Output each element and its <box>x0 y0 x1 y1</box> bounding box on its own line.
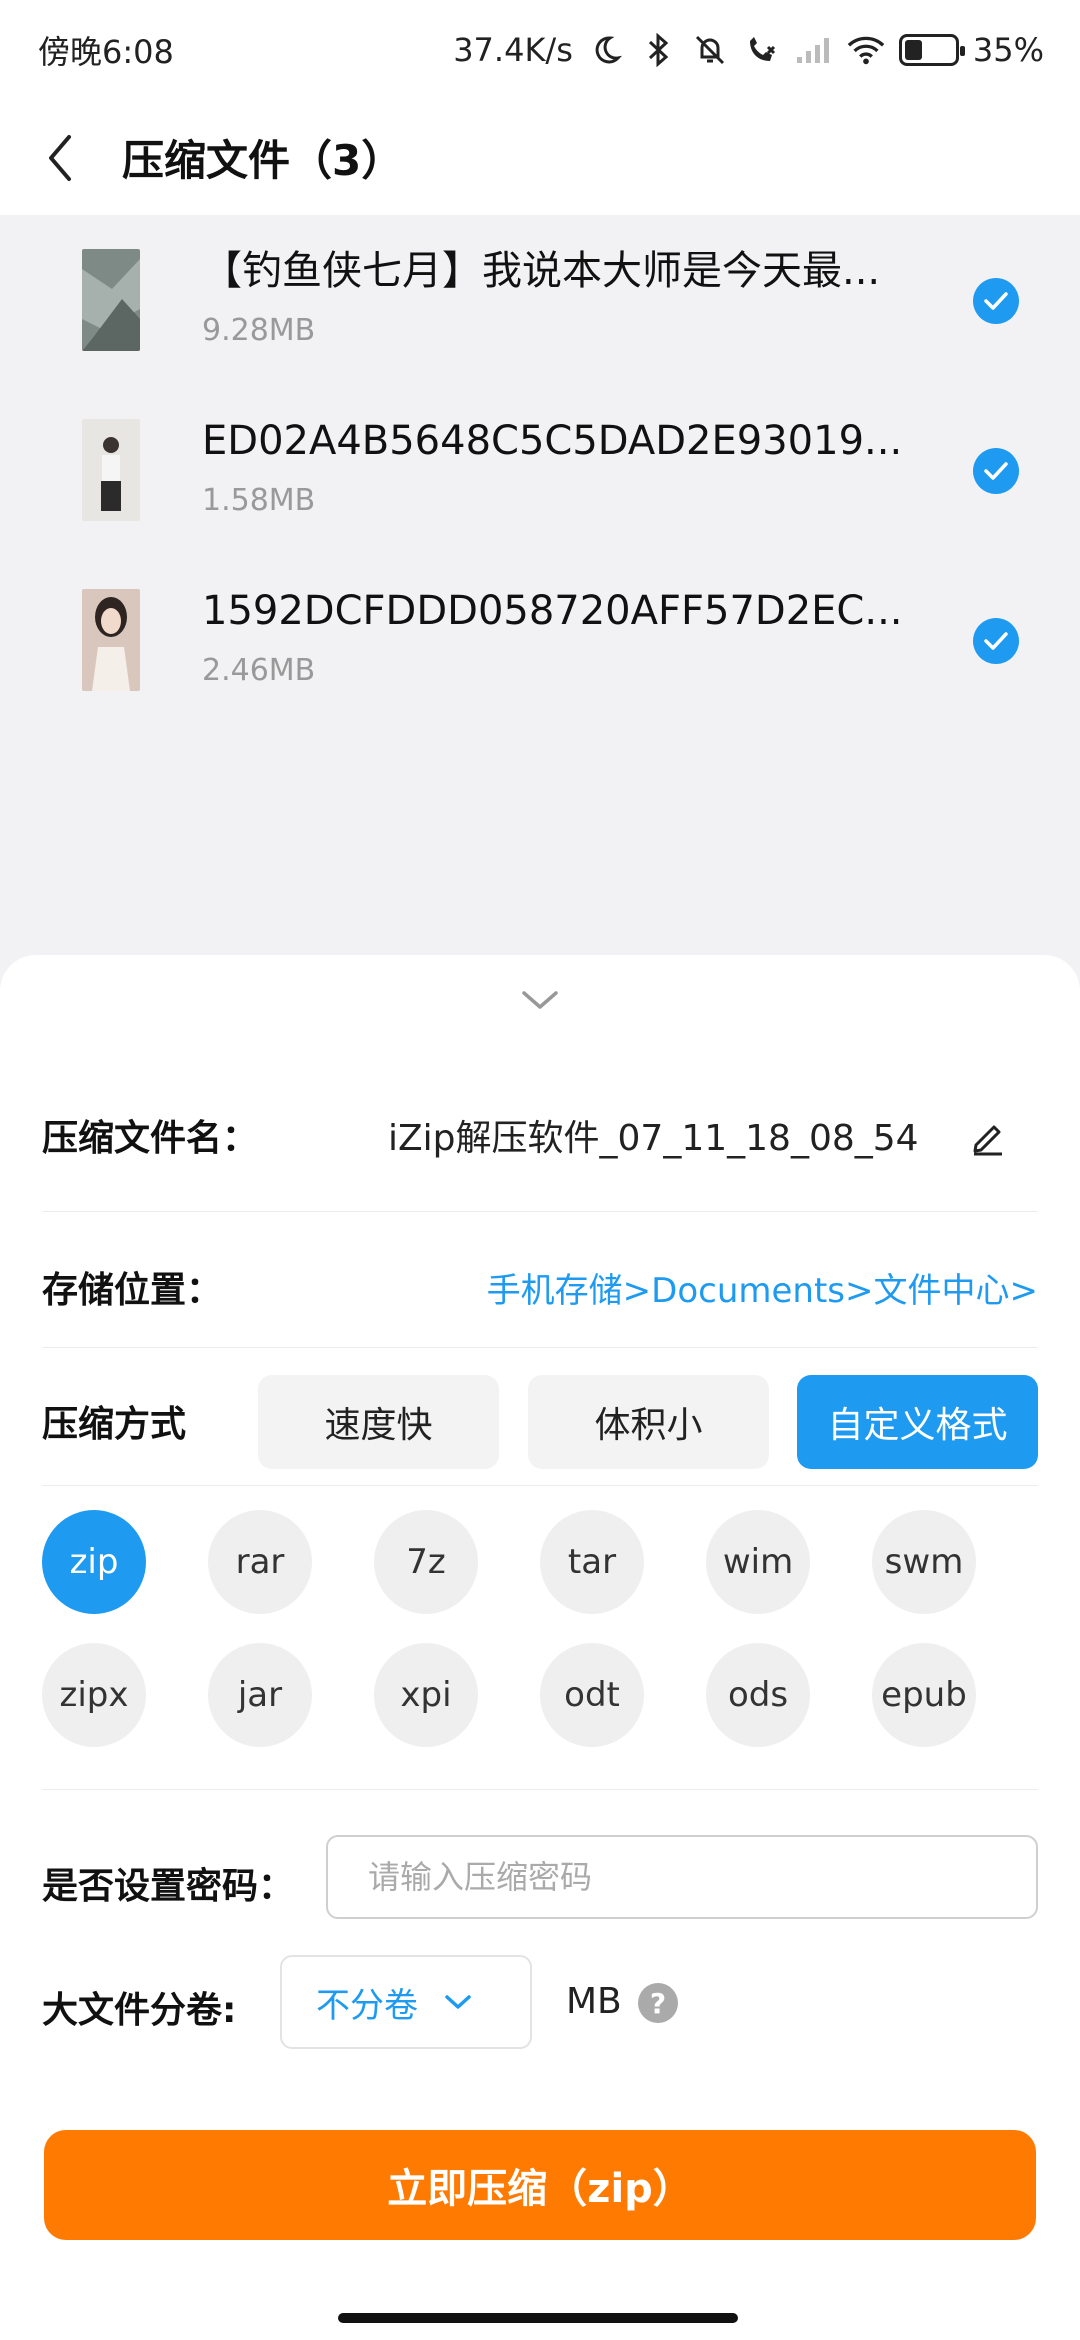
collapse-sheet-button[interactable] <box>520 985 560 1015</box>
battery-icon <box>898 34 965 66</box>
chevron-left-icon <box>49 134 71 181</box>
file-size: 9.28MB <box>202 313 316 348</box>
format-option[interactable]: rar <box>208 1510 312 1614</box>
status-time: 傍晚6:08 <box>38 33 174 71</box>
split-label: 大文件分卷: <box>42 1990 237 2031</box>
file-thumbnail <box>82 249 140 351</box>
format-option[interactable]: jar <box>208 1643 312 1747</box>
wifi-icon <box>847 30 885 70</box>
format-option[interactable]: ods <box>706 1643 810 1747</box>
format-option[interactable]: 7z <box>374 1510 478 1614</box>
chevron-down-icon <box>522 991 558 1009</box>
format-option[interactable]: swm <box>872 1510 976 1614</box>
checkbox-checked-icon[interactable] <box>973 448 1019 494</box>
file-item[interactable]: ED02A4B5648C5C5DAD2E93019... 1.58MB <box>0 385 1080 555</box>
status-bar: 傍晚6:08 37.4K/s 35% <box>0 0 1080 100</box>
bluetooth-icon <box>639 30 677 70</box>
split-volume-select[interactable]: 不分卷 <box>280 1955 532 2049</box>
battery-level-fill <box>904 40 922 60</box>
mode-small-button[interactable]: 体积小 <box>528 1375 769 1469</box>
compress-now-button[interactable]: 立即压缩（zip） <box>44 2130 1036 2240</box>
mode-custom-button[interactable]: 自定义格式 <box>797 1375 1038 1469</box>
location-link[interactable]: 手机存储>Documents>文件中心> <box>487 1263 1038 1312</box>
password-label: 是否设置密码： <box>42 1866 295 1907</box>
file-size: 1.58MB <box>202 483 316 518</box>
format-option[interactable]: zip <box>42 1510 146 1614</box>
file-info: ED02A4B5648C5C5DAD2E93019... 1.58MB <box>202 413 942 518</box>
file-item[interactable]: 1592DCFDDD058720AFF57D2EC... 2.46MB <box>0 555 1080 725</box>
divider <box>42 1485 1038 1486</box>
divider <box>42 1347 1038 1348</box>
checkbox-checked-icon[interactable] <box>973 278 1019 324</box>
file-thumbnail <box>82 589 140 691</box>
mute-bell-icon <box>691 30 729 70</box>
password-input[interactable] <box>326 1835 1038 1919</box>
filename-label: 压缩文件名： <box>42 1118 259 1159</box>
home-indicator[interactable] <box>338 2313 738 2323</box>
file-thumbnail <box>82 419 140 521</box>
status-icons: 37.4K/s 35% <box>453 30 1044 70</box>
chevron-down-icon <box>445 1995 471 2009</box>
format-option[interactable]: wim <box>706 1510 810 1614</box>
file-info: 【钓鱼侠七月】我说本大师是今天最... 9.28MB <box>202 243 942 348</box>
file-name: 【钓鱼侠七月】我说本大师是今天最... <box>202 248 881 294</box>
file-size: 2.46MB <box>202 653 316 688</box>
location-row: 存储位置： 手机存储>Documents>文件中心> <box>42 1257 1038 1317</box>
moon-icon <box>587 30 625 70</box>
back-button[interactable] <box>0 100 120 215</box>
format-option[interactable]: odt <box>540 1643 644 1747</box>
format-option[interactable]: xpi <box>374 1643 478 1747</box>
file-name: 1592DCFDDD058720AFF57D2EC... <box>202 588 903 634</box>
password-row: 是否设置密码： <box>42 1835 1038 1919</box>
help-icon[interactable]: ? <box>638 1983 678 2023</box>
format-option[interactable]: zipx <box>42 1643 146 1747</box>
divider <box>42 1789 1038 1790</box>
battery-percent: 35% <box>972 31 1044 69</box>
split-volume-row: 大文件分卷: 不分卷 MB ? <box>42 1955 1038 2049</box>
signal-icon <box>795 30 833 70</box>
format-option[interactable]: tar <box>540 1510 644 1614</box>
checkbox-checked-icon[interactable] <box>973 618 1019 664</box>
app-header: 压缩文件（3） <box>0 100 1080 215</box>
filename-value[interactable]: iZip解压软件_07_11_18_08_54 <box>388 1109 919 1161</box>
split-value: 不分卷 <box>316 1985 418 2026</box>
compress-mode-row: 压缩方式 速度快 体积小 自定义格式 <box>42 1375 1038 1471</box>
file-info: 1592DCFDDD058720AFF57D2EC... 2.46MB <box>202 583 942 688</box>
page-title: 压缩文件（3） <box>122 136 404 185</box>
format-option[interactable]: epub <box>872 1643 976 1747</box>
call-forward-icon <box>743 30 781 70</box>
location-label: 存储位置： <box>42 1270 223 1311</box>
file-list: 【钓鱼侠七月】我说本大师是今天最... 9.28MB ED02A4B5648C5… <box>0 215 1080 725</box>
divider <box>42 1211 1038 1212</box>
file-item[interactable]: 【钓鱼侠七月】我说本大师是今天最... 9.28MB <box>0 215 1080 385</box>
filename-row: 压缩文件名： iZip解压软件_07_11_18_08_54 <box>42 1105 1038 1165</box>
network-speed: 37.4K/s <box>453 31 573 69</box>
compress-settings-sheet: 压缩文件名： iZip解压软件_07_11_18_08_54 存储位置： 手机存… <box>0 955 1080 2340</box>
mode-label: 压缩方式 <box>42 1404 187 1445</box>
file-name: ED02A4B5648C5C5DAD2E93019... <box>202 418 903 464</box>
mode-fast-button[interactable]: 速度快 <box>258 1375 499 1469</box>
edit-icon[interactable] <box>968 1117 1008 1157</box>
split-unit: MB <box>566 1981 622 2022</box>
